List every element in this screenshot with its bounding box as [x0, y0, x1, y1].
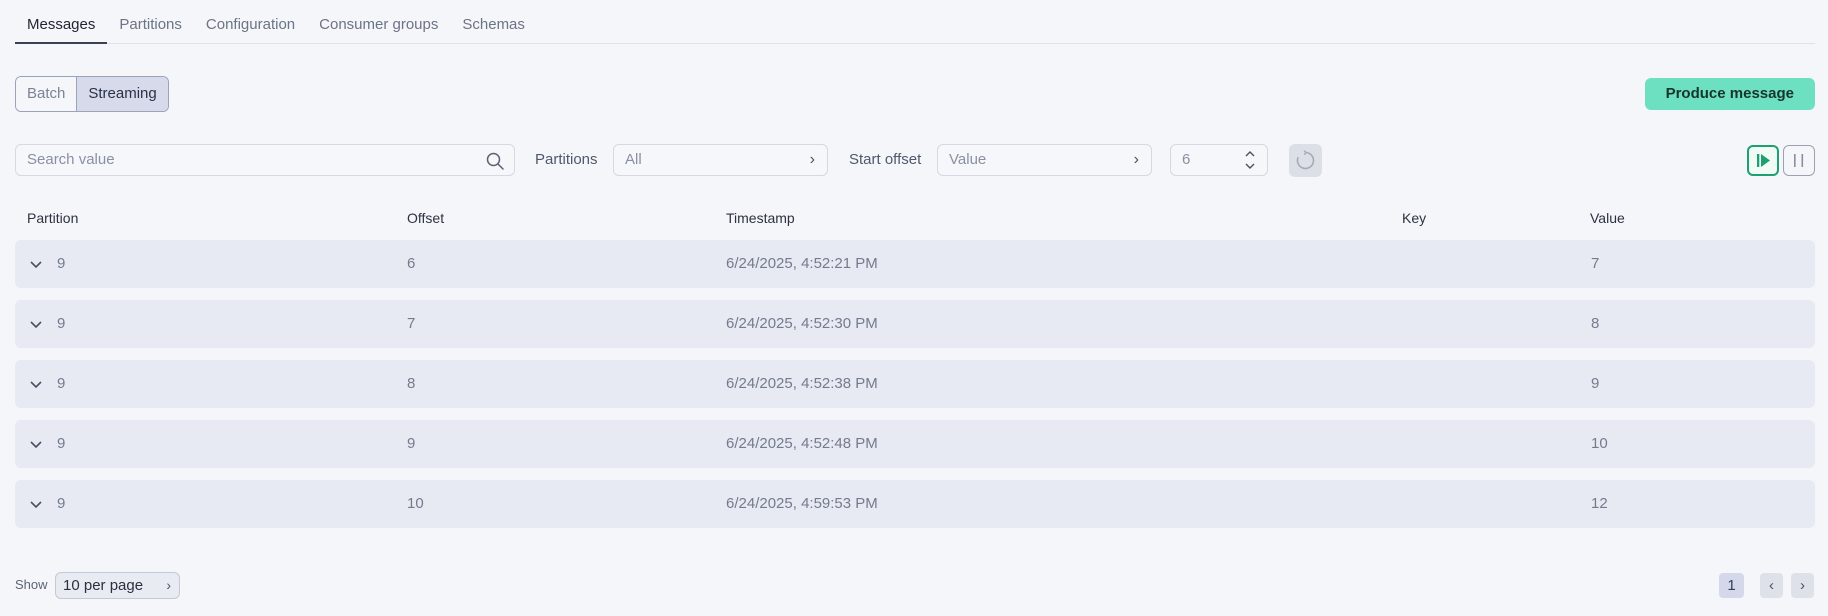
- cell-partition: 9: [57, 375, 66, 392]
- cell-offset: 10: [407, 495, 424, 512]
- chevron-right-icon: ›: [809, 151, 815, 168]
- refresh-icon: [1296, 150, 1315, 170]
- tab-partitions[interactable]: Partitions: [107, 0, 194, 44]
- page-1-button[interactable]: 1: [1719, 573, 1744, 598]
- cell-offset: 6: [407, 255, 416, 272]
- streaming-mode-button[interactable]: Streaming: [76, 77, 168, 111]
- chevron-down-icon[interactable]: [29, 317, 43, 331]
- tab-bar: Messages Partitions Configuration Consum…: [15, 0, 1815, 44]
- cell-partition: 9: [57, 435, 66, 452]
- offset-number-input[interactable]: 6: [1170, 144, 1268, 176]
- produce-message-button[interactable]: Produce message: [1644, 78, 1815, 110]
- play-icon: [1757, 154, 1770, 167]
- messages-page: Messages Partitions Configuration Consum…: [0, 0, 1828, 616]
- cell-value: 10: [1591, 435, 1608, 452]
- header-offset: Offset: [407, 210, 445, 226]
- cell-timestamp: 6/24/2025, 4:52:38 PM: [726, 375, 878, 392]
- header-value: Value: [1590, 210, 1625, 226]
- per-page-select[interactable]: 10 per page ›: [55, 572, 180, 599]
- cell-value: 9: [1591, 375, 1600, 392]
- stepper-icon[interactable]: [1243, 147, 1257, 173]
- partitions-select[interactable]: All ›: [613, 144, 828, 176]
- previous-page-button[interactable]: ‹: [1760, 573, 1783, 598]
- play-button[interactable]: [1747, 145, 1779, 176]
- cell-timestamp: 6/24/2025, 4:52:30 PM: [726, 315, 878, 332]
- refresh-button[interactable]: [1289, 144, 1322, 177]
- cell-value: 7: [1591, 255, 1600, 272]
- table-row[interactable]: 9 6 6/24/2025, 4:52:21 PM 7: [15, 240, 1815, 288]
- table-row[interactable]: 9 7 6/24/2025, 4:52:30 PM 8: [15, 300, 1815, 348]
- cell-partition: 9: [57, 255, 66, 272]
- mode-toggle: Batch Streaming: [15, 76, 169, 112]
- table-row[interactable]: 9 9 6/24/2025, 4:52:48 PM 10: [15, 420, 1815, 468]
- tab-consumer-groups[interactable]: Consumer groups: [307, 0, 450, 44]
- cell-timestamp: 6/24/2025, 4:52:21 PM: [726, 255, 878, 272]
- table-row[interactable]: 9 10 6/24/2025, 4:59:53 PM 12: [15, 480, 1815, 528]
- header-partition: Partition: [27, 210, 79, 226]
- show-label: Show: [15, 577, 48, 592]
- chevron-right-icon: ›: [1133, 151, 1139, 168]
- search-icon: [486, 152, 504, 170]
- cell-timestamp: 6/24/2025, 4:52:48 PM: [726, 435, 878, 452]
- cell-partition: 9: [57, 495, 66, 512]
- chevron-down-icon[interactable]: [29, 497, 43, 511]
- tab-configuration[interactable]: Configuration: [194, 0, 307, 44]
- cell-timestamp: 6/24/2025, 4:59:53 PM: [726, 495, 878, 512]
- chevron-right-icon: ›: [166, 577, 171, 593]
- cell-offset: 8: [407, 375, 416, 392]
- search-placeholder: Search value: [27, 151, 115, 168]
- search-input[interactable]: Search value: [15, 144, 515, 176]
- header-key: Key: [1402, 210, 1427, 226]
- chevron-down-icon[interactable]: [29, 257, 43, 271]
- pause-icon: [1794, 154, 1804, 167]
- next-page-button[interactable]: ›: [1791, 573, 1814, 598]
- tab-messages[interactable]: Messages: [15, 0, 108, 44]
- cell-partition: 9: [57, 315, 66, 332]
- cell-value: 8: [1591, 315, 1600, 332]
- batch-mode-button[interactable]: Batch: [16, 77, 77, 111]
- start-offset-value: Value: [949, 151, 987, 168]
- tab-schemas[interactable]: Schemas: [450, 0, 537, 44]
- offset-number-value: 6: [1182, 151, 1191, 168]
- chevron-down-icon[interactable]: [29, 377, 43, 391]
- per-page-value: 10 per page: [63, 577, 144, 594]
- cell-offset: 9: [407, 435, 416, 452]
- table-header: Partition Offset Timestamp Key Value: [15, 207, 1815, 229]
- cell-value: 12: [1591, 495, 1608, 512]
- chevron-left-icon: ‹: [1769, 577, 1774, 594]
- partitions-value: All: [625, 151, 642, 168]
- start-offset-select[interactable]: Value ›: [937, 144, 1152, 176]
- pause-button[interactable]: [1783, 145, 1815, 176]
- start-offset-label: Start offset: [849, 151, 922, 168]
- cell-offset: 7: [407, 315, 416, 332]
- table-row[interactable]: 9 8 6/24/2025, 4:52:38 PM 9: [15, 360, 1815, 408]
- chevron-right-icon: ›: [1800, 577, 1805, 594]
- header-timestamp: Timestamp: [726, 210, 795, 226]
- partitions-label: Partitions: [535, 151, 598, 168]
- chevron-down-icon[interactable]: [29, 437, 43, 451]
